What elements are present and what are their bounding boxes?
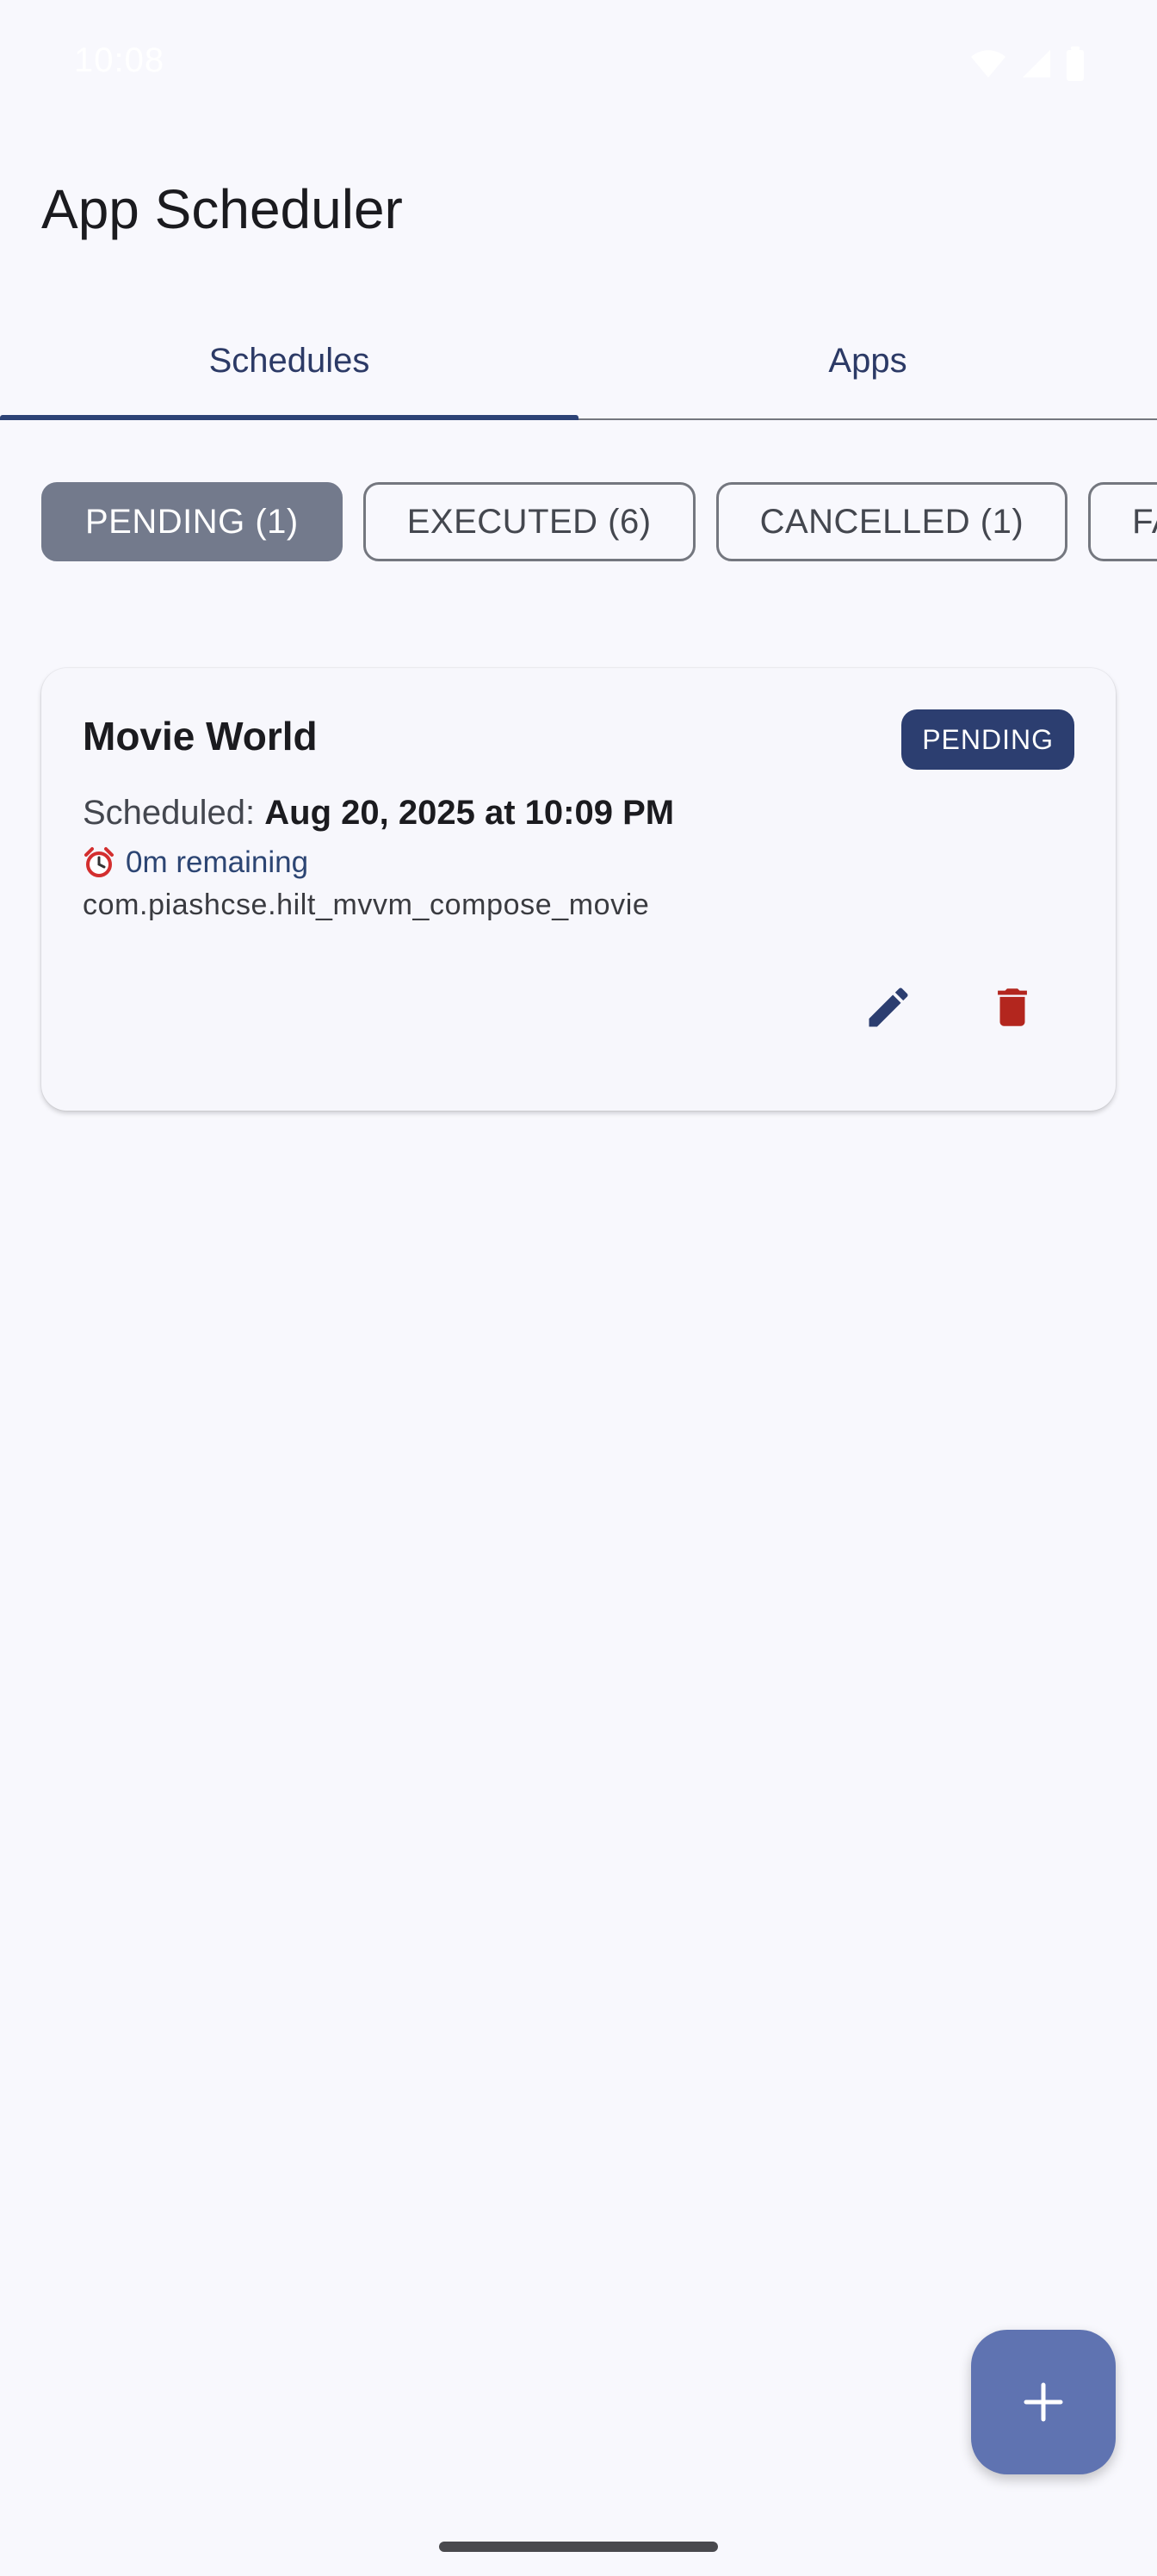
- remaining-text: 0m remaining: [126, 845, 309, 879]
- remaining-time: 0m remaining: [83, 845, 308, 880]
- filter-chip-executed[interactable]: EXECUTED (6): [362, 482, 696, 561]
- tab-schedules[interactable]: Schedules: [0, 303, 578, 420]
- status-time: 10:08: [74, 41, 165, 79]
- schedule-card[interactable]: Movie World PENDING Scheduled: Aug 20, 2…: [41, 668, 1116, 1111]
- tab-apps[interactable]: Apps: [578, 303, 1157, 418]
- status-bar: 10:08: [0, 0, 1157, 129]
- status-icons: [969, 46, 1085, 81]
- battery-icon: [1067, 46, 1084, 81]
- delete-icon: [998, 988, 1027, 1026]
- tab-row: Schedules Apps: [0, 303, 1157, 420]
- status-badge: PENDING: [901, 709, 1074, 770]
- screen: 10:08 App Scheduler Schedules Apps PENDI…: [0, 0, 1157, 2576]
- delete-button[interactable]: [971, 966, 1054, 1049]
- wifi-icon: [971, 50, 1005, 77]
- alarm-clock-icon: [84, 847, 114, 877]
- signal-icon: [1023, 50, 1050, 77]
- edit-icon: [869, 988, 908, 1027]
- scheduled-time: Scheduled: Aug 20, 2025 at 10:09 PM: [83, 794, 674, 833]
- filter-chip-pending[interactable]: PENDING (1): [41, 482, 343, 561]
- app-title: App Scheduler: [41, 178, 403, 240]
- gesture-bar[interactable]: [439, 2542, 718, 2552]
- scheduled-label: Scheduled:: [83, 794, 265, 832]
- edit-button[interactable]: [847, 966, 930, 1049]
- plus-icon: [1024, 2382, 1063, 2422]
- add-schedule-button[interactable]: [971, 2330, 1116, 2474]
- filter-chip-cancelled[interactable]: CANCELLED (1): [715, 482, 1068, 561]
- filter-chips: PENDING (1) EXECUTED (6) CANCELLED (1) F…: [41, 482, 1157, 561]
- package-name: com.piashcse.hilt_mvvm_compose_movie: [83, 889, 650, 921]
- schedule-app-name: Movie World: [83, 714, 318, 759]
- scheduled-value: Aug 20, 2025 at 10:09 PM: [264, 794, 675, 832]
- filter-chip-failed[interactable]: FAI: [1088, 482, 1157, 561]
